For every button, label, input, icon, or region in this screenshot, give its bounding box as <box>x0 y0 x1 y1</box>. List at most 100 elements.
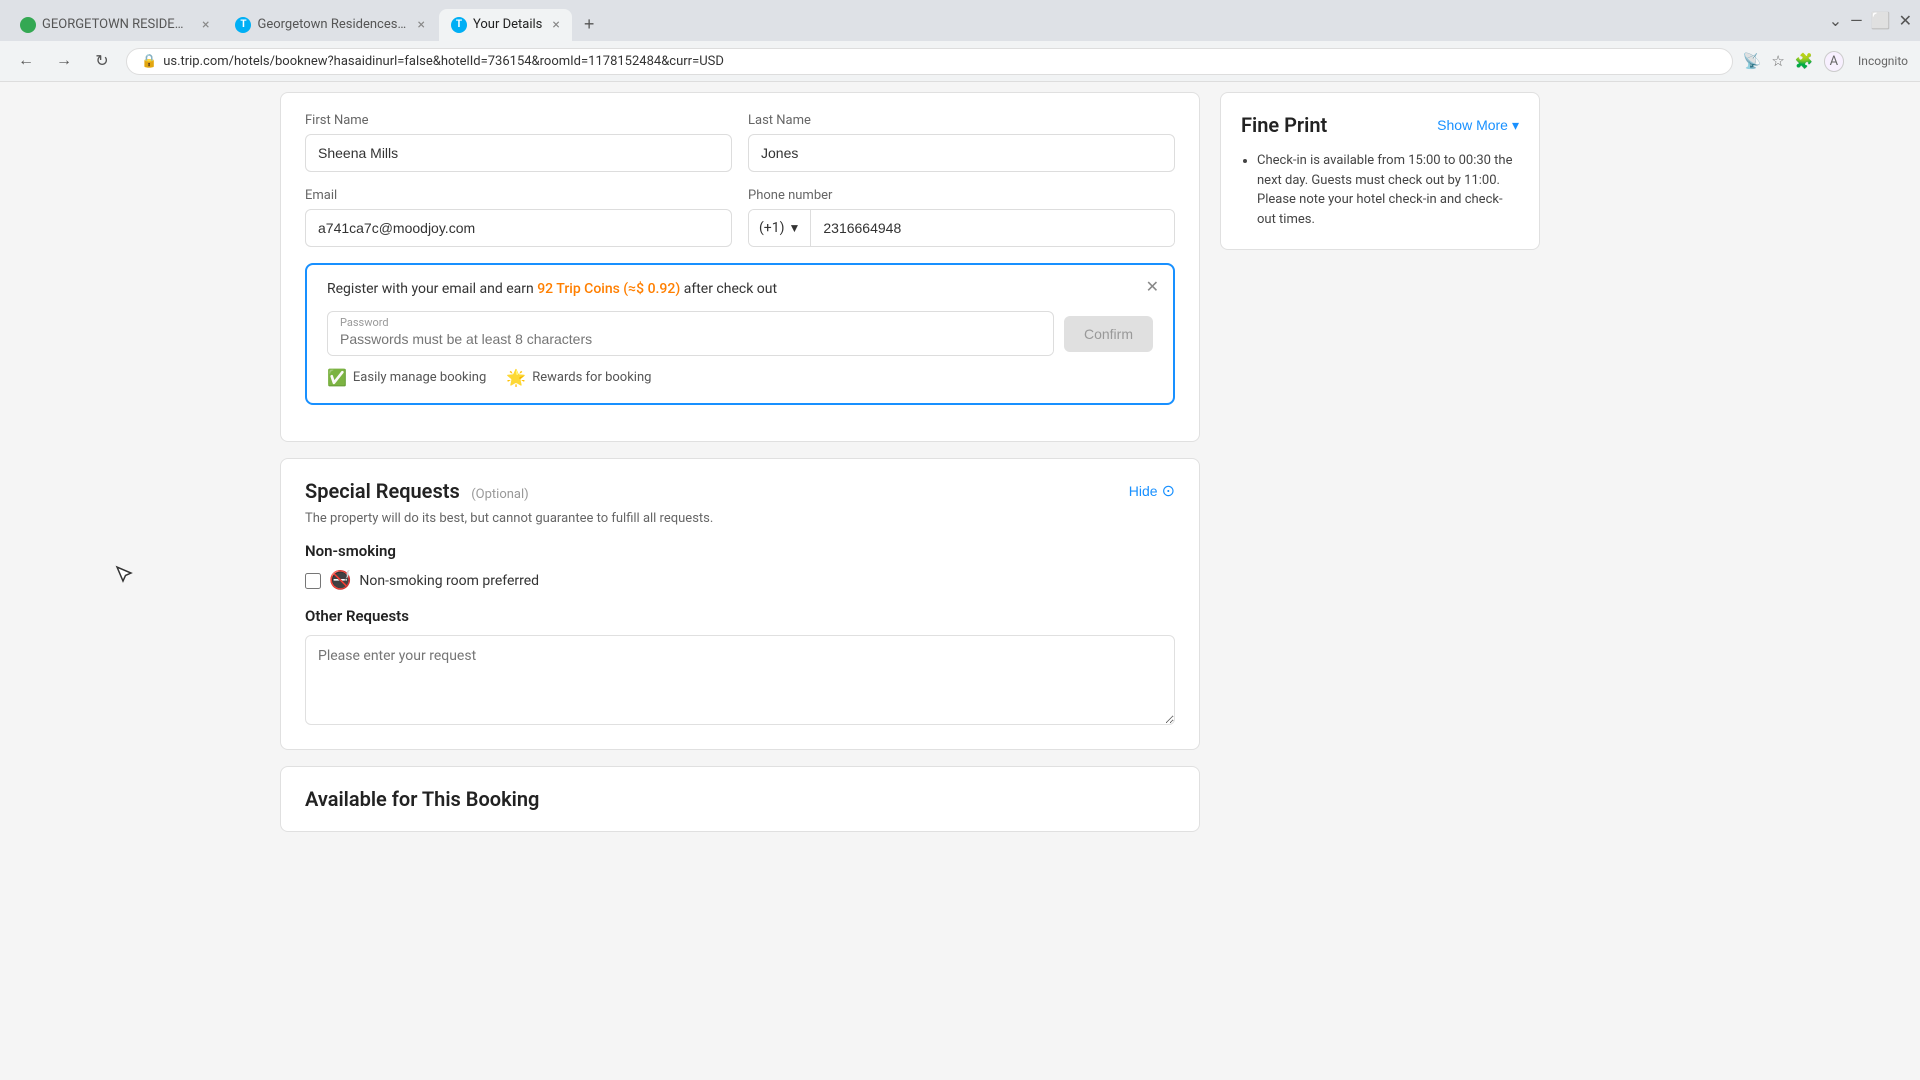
tab-list-icon[interactable]: ⌄ <box>1829 11 1842 30</box>
page-layout: First Name Last Name Email Phone number <box>260 92 1660 832</box>
profile-icon[interactable]: A <box>1824 51 1844 72</box>
tab-close-2[interactable]: × <box>417 17 424 33</box>
available-booking-section: Available for This Booking <box>280 766 1200 832</box>
email-field: Email <box>305 188 732 247</box>
country-code-text: (+1) <box>759 220 784 236</box>
tab-georgetown-lux[interactable]: T Georgetown Residences by Lux... × <box>223 9 436 41</box>
cast-icon[interactable]: 📡 <box>1743 52 1762 70</box>
show-more-label: Show More <box>1437 117 1508 133</box>
first-name-input[interactable] <box>305 134 732 172</box>
non-smoking-label: Non-smoking room preferred <box>359 573 539 589</box>
main-content: First Name Last Name Email Phone number <box>260 92 1200 832</box>
last-name-field: Last Name <box>748 113 1175 172</box>
tab-close-3[interactable]: × <box>552 17 559 33</box>
trip-coins-amount: 92 Trip Coins (≈$ 0.92) <box>537 281 680 297</box>
browser-action-icons: 📡 ☆ 🧩 A Incognito <box>1743 51 1908 72</box>
dropdown-chevron-icon: ▼ <box>788 221 800 235</box>
fine-print-text-1: Check-in is available from 15:00 to 00:3… <box>1257 153 1513 227</box>
last-name-label: Last Name <box>748 113 1175 128</box>
banner-close-button[interactable]: ✕ <box>1146 277 1159 297</box>
hide-label: Hide <box>1129 483 1158 499</box>
available-booking-title: Available for This Booking <box>305 787 1175 811</box>
phone-input-group: (+1) ▼ <box>748 209 1175 247</box>
banner-text-before: Register with your email and earn <box>327 281 537 297</box>
banner-text: Register with your email and earn 92 Tri… <box>327 281 1153 297</box>
incognito-label: Incognito <box>1858 54 1908 68</box>
non-smoking-title: Non-smoking <box>305 542 1175 560</box>
tab-favicon-1 <box>20 17 36 33</box>
email-input[interactable] <box>305 209 732 247</box>
contact-row: Email Phone number (+1) ▼ <box>305 188 1175 247</box>
other-requests-textarea[interactable] <box>305 635 1175 725</box>
lock-icon: 🔒 <box>141 54 157 69</box>
chevron-down-icon: ▾ <box>1512 117 1519 134</box>
confirm-button[interactable]: Confirm <box>1064 316 1153 352</box>
show-more-button[interactable]: Show More ▾ <box>1437 117 1519 134</box>
other-requests-title: Other Requests <box>305 607 1175 625</box>
email-label: Email <box>305 188 732 203</box>
optional-badge: (Optional) <box>471 487 528 502</box>
special-requests-title: Special Requests <box>305 479 460 503</box>
rewards-text: Rewards for booking <box>532 370 651 385</box>
reload-button[interactable]: ↻ <box>88 47 116 75</box>
password-row: Password Confirm <box>327 311 1153 356</box>
forward-button[interactable]: → <box>50 47 78 75</box>
last-name-input[interactable] <box>748 134 1175 172</box>
special-requests-title-group: Special Requests (Optional) <box>305 479 529 503</box>
tab-bar: GEORGETOWN RESIDENCES BY × T Georgetown … <box>0 0 1920 41</box>
fine-print-item-1: Check-in is available from 15:00 to 00:3… <box>1257 151 1519 229</box>
registration-banner: ✕ Register with your email and earn 92 T… <box>305 263 1175 405</box>
tab-favicon-2: T <box>235 17 251 33</box>
tab-your-details[interactable]: T Your Details × <box>439 9 572 41</box>
minimize-icon[interactable]: — <box>1850 11 1863 30</box>
tab-label-1: GEORGETOWN RESIDENCES BY <box>42 17 192 32</box>
first-name-label: First Name <box>305 113 732 128</box>
non-smoking-icon: 🚭 <box>329 570 351 591</box>
address-bar-row: ← → ↻ 🔒 us.trip.com/hotels/booknew?hasai… <box>0 41 1920 81</box>
tab-favicon-3: T <box>451 17 467 33</box>
password-field-wrapper: Password <box>327 311 1054 356</box>
password-input[interactable] <box>328 329 1053 355</box>
new-tab-button[interactable]: + <box>574 8 605 41</box>
benefit-rewards: 🌟 Rewards for booking <box>506 368 651 387</box>
maximize-icon[interactable]: ⬜ <box>1871 11 1891 30</box>
benefit-manage-booking: ✅ Easily manage booking <box>327 368 486 387</box>
non-smoking-checkbox[interactable] <box>305 573 321 589</box>
rewards-icon: 🌟 <box>506 368 526 387</box>
contact-info-form: First Name Last Name Email Phone number <box>280 92 1200 442</box>
phone-label: Phone number <box>748 188 1175 203</box>
fine-print-header: Fine Print Show More ▾ <box>1241 113 1519 137</box>
manage-booking-icon: ✅ <box>327 368 347 387</box>
name-row: First Name Last Name <box>305 113 1175 172</box>
address-bar[interactable]: 🔒 us.trip.com/hotels/booknew?hasaidinurl… <box>126 48 1733 75</box>
close-window-icon[interactable]: ✕ <box>1899 11 1912 30</box>
tab-close-1[interactable]: × <box>202 17 209 33</box>
tab-label-2: Georgetown Residences by Lux... <box>257 17 407 32</box>
phone-number-input[interactable] <box>811 210 1174 246</box>
special-requests-section: Special Requests (Optional) Hide ⊙ The p… <box>280 458 1200 750</box>
first-name-field: First Name <box>305 113 732 172</box>
phone-field: Phone number (+1) ▼ <box>748 188 1175 247</box>
fine-print-title: Fine Print <box>1241 113 1327 137</box>
banner-text-after: after check out <box>680 281 777 297</box>
back-button[interactable]: ← <box>12 47 40 75</box>
sidebar: Fine Print Show More ▾ Check-in is avail… <box>1200 92 1560 832</box>
tab-label-3: Your Details <box>473 17 542 32</box>
hide-button[interactable]: Hide ⊙ <box>1129 481 1175 501</box>
tab-extra-controls: ⌄ — ⬜ ✕ <box>1829 11 1912 38</box>
fine-print-card: Fine Print Show More ▾ Check-in is avail… <box>1220 92 1540 250</box>
url-text[interactable]: us.trip.com/hotels/booknew?hasaidinurl=f… <box>163 54 724 69</box>
browser-chrome: GEORGETOWN RESIDENCES BY × T Georgetown … <box>0 0 1920 82</box>
chevron-up-icon: ⊙ <box>1162 481 1175 501</box>
special-requests-header: Special Requests (Optional) Hide ⊙ <box>305 479 1175 503</box>
tab-georgetown-residences[interactable]: GEORGETOWN RESIDENCES BY × <box>8 9 221 41</box>
non-smoking-checkbox-row: 🚭 Non-smoking room preferred <box>305 570 1175 591</box>
bookmark-icon[interactable]: ☆ <box>1771 52 1784 70</box>
property-note: The property will do its best, but canno… <box>305 511 1175 526</box>
manage-booking-text: Easily manage booking <box>353 370 486 385</box>
banner-benefits: ✅ Easily manage booking 🌟 Rewards for bo… <box>327 368 1153 387</box>
extensions-icon[interactable]: 🧩 <box>1795 52 1814 70</box>
phone-country-code-selector[interactable]: (+1) ▼ <box>749 210 811 246</box>
fine-print-list: Check-in is available from 15:00 to 00:3… <box>1241 151 1519 229</box>
password-label: Password <box>328 312 1053 329</box>
